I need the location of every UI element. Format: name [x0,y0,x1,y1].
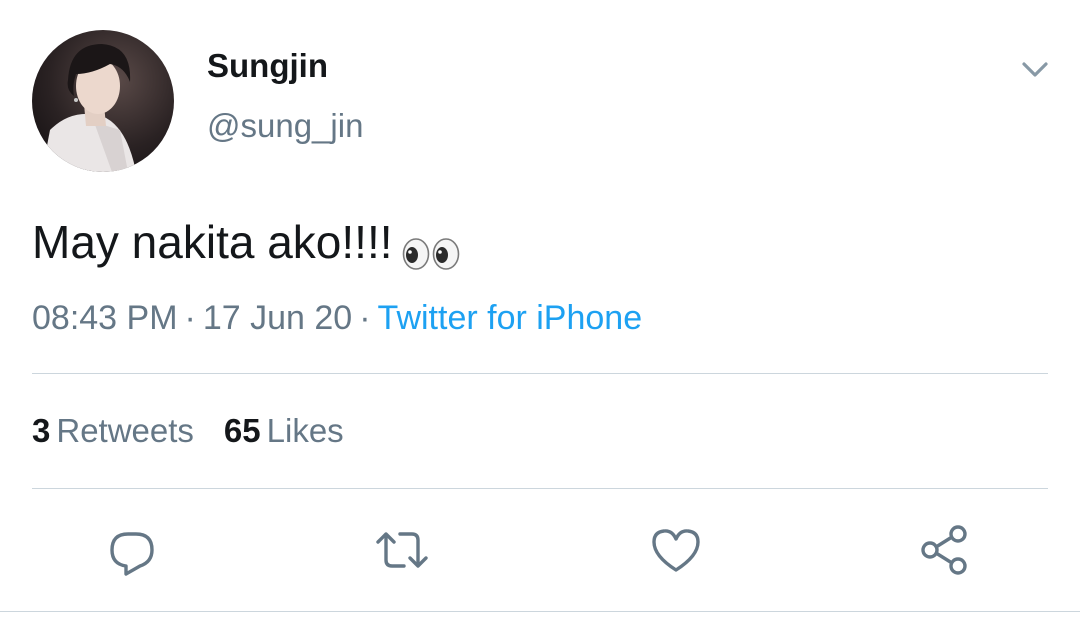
tweet-meta: 08:43 PM · 17 Jun 20 · Twitter for iPhone [32,296,642,340]
tweet-text-content: May nakita ako!!!! [32,216,393,268]
divider [32,373,1048,374]
likes-count: 65 [223,412,261,449]
like-button[interactable] [648,522,704,578]
avatar[interactable] [32,30,174,172]
reply-button[interactable] [104,522,160,578]
retweets-label: Retweets [56,412,194,449]
retweet-button[interactable] [374,522,430,578]
tweet-card: Sungjin @sung_jin May nakita ako!!!! 08:… [0,0,1080,628]
retweets-count: 3 [32,412,51,449]
tweet-text: May nakita ako!!!! [32,212,463,272]
display-name[interactable]: Sungjin [207,46,328,86]
heart-icon [648,522,704,578]
likes-label: Likes [266,412,344,449]
tweet-stats: 3 Retweets 65 Likes [32,409,344,453]
likes-stat[interactable]: 65 Likes [224,409,344,453]
chevron-down-icon[interactable] [1016,54,1054,84]
eyes-emoji-icon [401,225,463,270]
retweet-icon [374,522,430,578]
tweet-time: 08:43 PM [32,299,178,337]
retweets-stat[interactable]: 3 Retweets [32,409,194,453]
divider [32,488,1048,489]
meta-separator: · [359,299,371,337]
tweet-source-link[interactable]: Twitter for iPhone [378,299,643,337]
divider [0,611,1080,612]
share-button[interactable] [916,522,972,578]
tweet-date: 17 Jun 20 [202,299,353,337]
share-icon [916,522,972,578]
meta-separator: · [184,299,196,337]
user-handle[interactable]: @sung_jin [207,106,363,146]
reply-icon [104,522,160,578]
